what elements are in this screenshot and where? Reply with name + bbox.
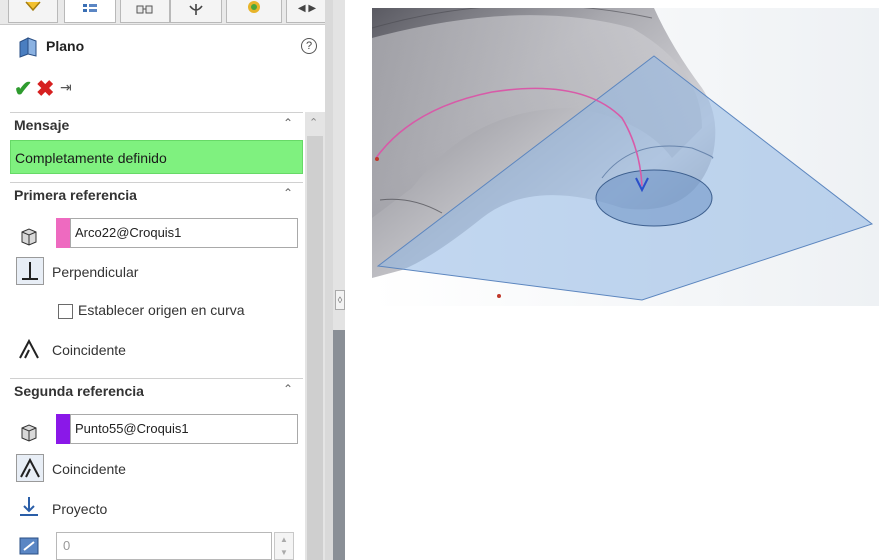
panel-title: Plano: [46, 38, 85, 54]
feature-manager-icon: [25, 1, 41, 12]
tab-configuration-manager[interactable]: [120, 0, 170, 23]
perpendicular-button[interactable]: [16, 257, 44, 285]
coincident-icon: [19, 338, 39, 359]
collapse-chevron-icon[interactable]: ⌃: [283, 116, 293, 130]
graphics-viewport[interactable]: [372, 8, 879, 306]
coincident-label-2: Coincidente: [52, 461, 126, 477]
arc-start-point[interactable]: [375, 157, 379, 161]
tab-feature-manager[interactable]: [8, 0, 58, 23]
panel-header: Plano ?: [0, 24, 325, 68]
collapse-chevron-icon[interactable]: ⌃: [283, 186, 293, 200]
tab-display-manager[interactable]: [226, 0, 282, 23]
status-message-text: Completamente definido: [15, 150, 167, 166]
coincident-label: Coincidente: [52, 342, 126, 358]
first-reference-color-swatch: [56, 218, 70, 248]
collapse-chevron-icon[interactable]: ⌃: [283, 382, 293, 396]
project-button[interactable]: [16, 494, 44, 522]
scroll-up-icon[interactable]: ⌃: [309, 116, 318, 129]
splitter-dark-area: [333, 330, 345, 560]
set-origin-label[interactable]: Establecer origen en curva: [78, 302, 245, 318]
manager-tab-bar: ◀ ▶: [0, 0, 333, 25]
tab-dimxpert-manager[interactable]: [170, 0, 222, 23]
mensaje-title: Mensaje: [14, 117, 70, 133]
perpendicular-label: Perpendicular: [52, 264, 139, 280]
plane-icon: [19, 37, 37, 58]
dimxpert-icon: [189, 4, 203, 15]
panel-splitter[interactable]: ◊: [333, 0, 345, 560]
project-icon: [20, 497, 38, 516]
first-reference-field[interactable]: Arco22@Croquis1: [70, 218, 298, 248]
coincident-button[interactable]: [16, 336, 44, 364]
second-reference-field[interactable]: Punto55@Croquis1: [70, 414, 298, 444]
coincident-button-2[interactable]: [16, 454, 44, 482]
configuration-manager-icon: [136, 5, 153, 14]
angle-spinner[interactable]: ▲ ▼: [274, 532, 294, 560]
property-manager-panel: ◀ ▶ Plano ? ✔ ✖ ⇥ Mensaje ⌃ Completament…: [0, 0, 333, 560]
angle-input[interactable]: 0: [56, 532, 272, 560]
help-icon[interactable]: ?: [301, 38, 317, 54]
panel-scrollbar[interactable]: ⌃: [305, 112, 325, 560]
splitter-handle-icon[interactable]: ◊: [335, 290, 345, 310]
cancel-x-icon[interactable]: ✖: [36, 76, 54, 102]
property-manager-icon: [83, 4, 97, 12]
coincident-icon: [20, 457, 40, 478]
sketch-point[interactable]: [497, 294, 501, 298]
first-reference-title: Primera referencia: [14, 187, 137, 203]
second-reference-color-swatch: [56, 414, 70, 444]
panel-edge: [325, 0, 333, 560]
set-origin-checkbox[interactable]: [58, 304, 73, 319]
reference-cube-icon: [21, 424, 37, 442]
ok-checkmark-icon[interactable]: ✔: [14, 76, 32, 102]
perpendicular-icon: [22, 262, 38, 280]
tab-property-manager[interactable]: [64, 0, 116, 23]
tab-scroll-arrows[interactable]: ◀ ▶: [286, 0, 328, 23]
tube-opening: [595, 169, 713, 227]
second-reference-title: Segunda referencia: [14, 383, 144, 399]
scrollbar-thumb[interactable]: [307, 136, 323, 560]
second-reference-group-header[interactable]: Segunda referencia ⌃: [10, 378, 303, 403]
reference-cube-icon: [21, 228, 37, 246]
mensaje-group-header[interactable]: Mensaje ⌃: [10, 112, 303, 137]
first-reference-group-header[interactable]: Primera referencia ⌃: [10, 182, 303, 207]
display-manager-icon: [248, 1, 260, 13]
status-message-box: Completamente definido: [10, 140, 303, 174]
angle-icon: [19, 537, 39, 555]
project-label: Proyecto: [52, 501, 108, 517]
pushpin-icon[interactable]: ⇥: [60, 79, 72, 96]
